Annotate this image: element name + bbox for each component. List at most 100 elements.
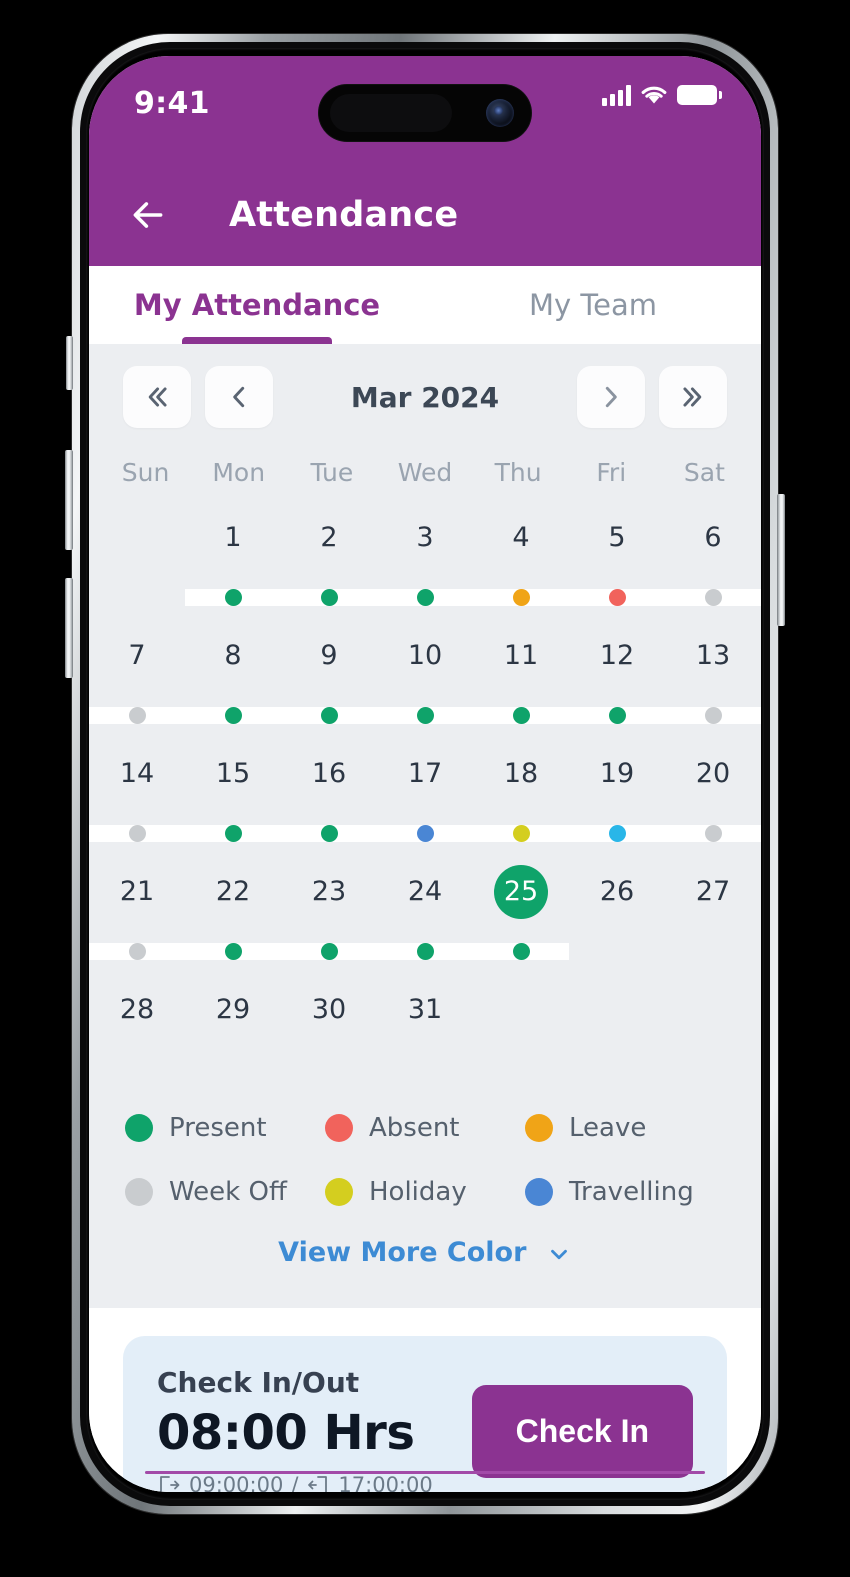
check-out-time: 17:00:00 (338, 1473, 433, 1492)
signal-bars-icon (602, 84, 631, 106)
app-bar: Attendance (89, 164, 761, 266)
calendar-day-7[interactable]: 7 (89, 629, 185, 683)
calendar-status-row (89, 579, 761, 615)
volume-up-button[interactable] (65, 450, 73, 550)
calendar-day-number (110, 511, 164, 565)
prev-month-button[interactable] (205, 366, 273, 428)
calendar-day-27[interactable]: 27 (665, 865, 761, 919)
calendar-day-2[interactable]: 2 (281, 511, 377, 565)
next-year-button[interactable] (659, 366, 727, 428)
calendar-day-8[interactable]: 8 (185, 629, 281, 683)
calendar-day-24[interactable]: 24 (377, 865, 473, 919)
calendar-day-3[interactable]: 3 (377, 511, 473, 565)
calendar-day-23[interactable]: 23 (281, 865, 377, 919)
status-dot (704, 706, 722, 724)
calendar-day-number: 7 (128, 640, 146, 671)
calendar-day-15[interactable]: 15 (185, 747, 281, 801)
calendar-day-20[interactable]: 20 (665, 747, 761, 801)
calendar-day-number: 4 (512, 522, 530, 553)
volume-down-button[interactable] (65, 578, 73, 678)
calendar-day-5[interactable]: 5 (569, 511, 665, 565)
calendar-day-22[interactable]: 22 (185, 865, 281, 919)
page-title: Attendance (229, 195, 459, 235)
calendar-status-dot-weekoff (665, 706, 761, 724)
calendar-day-number: 10 (407, 640, 443, 671)
calendar-week-row: 28 29 30 31 (89, 969, 761, 1051)
check-in-out-hours: 08:00 Hrs (157, 1405, 415, 1461)
calendar-day-number: 15 (215, 758, 251, 789)
calendar-day-number: 12 (599, 640, 635, 671)
calendar-day-number: 21 (119, 876, 155, 907)
calendar-day-number: 3 (416, 522, 434, 553)
check-in-button[interactable]: Check In (471, 1385, 693, 1478)
double-chevron-right-icon (683, 387, 702, 407)
dow-mon: Mon (212, 458, 266, 487)
calendar-status-dot-present (473, 942, 569, 960)
calendar-day-1[interactable]: 1 (185, 511, 281, 565)
calendar-day-number: 27 (695, 876, 731, 907)
calendar-week-row: 7 8 9 10 11 12 13 (89, 615, 761, 697)
calendar-day-16[interactable]: 16 (281, 747, 377, 801)
calendar-day-number (494, 983, 548, 1037)
calendar-day-31[interactable]: 31 (377, 983, 473, 1037)
dow-thu: Thu (494, 458, 542, 487)
calendar-grid: 1 2 3 4 5 6 7 8 9 10 11 12 13 14 15 16 17 18 19 20 21 22 23 24 2… (89, 497, 761, 1087)
calendar-status-dot-weekoff (89, 824, 185, 842)
calendar-day-4[interactable]: 4 (473, 511, 569, 565)
front-camera-icon (486, 99, 514, 127)
status-bar: 9:41 (89, 56, 761, 164)
power-button[interactable] (777, 494, 785, 626)
status-dot (416, 588, 434, 606)
calendar-day-25[interactable]: 25 (473, 865, 569, 919)
calendar-day-number: 2 (320, 522, 338, 553)
calendar-status-dot-present (185, 942, 281, 960)
calendar-day-11[interactable]: 11 (473, 629, 569, 683)
calendar-status-dot-present (377, 706, 473, 724)
calendar-day-number: 16 (311, 758, 347, 789)
calendar-day-12[interactable]: 12 (569, 629, 665, 683)
legend-label: Present (169, 1113, 267, 1143)
calendar-day-13[interactable]: 13 (665, 629, 761, 683)
calendar-day-number: 22 (215, 876, 251, 907)
calendar-day-10[interactable]: 10 (377, 629, 473, 683)
status-dot (608, 706, 626, 724)
phone-screen: 9:41 Attendance My Attendance My Team Ma… (89, 56, 761, 1492)
back-arrow-icon[interactable] (129, 196, 167, 234)
calendar-day-26[interactable]: 26 (569, 865, 665, 919)
calendar-status-dot-travelling-alt (569, 824, 665, 842)
calendar-day-21[interactable]: 21 (89, 865, 185, 919)
calendar-day-28[interactable]: 28 (89, 983, 185, 1037)
calendar-status-dot-absent (569, 588, 665, 606)
calendar-day-number: 18 (503, 758, 539, 789)
calendar-status-row (89, 933, 761, 969)
calendar-day-number: 23 (311, 876, 347, 907)
calendar-day-17[interactable]: 17 (377, 747, 473, 801)
view-more-color-link[interactable]: View More Color (125, 1207, 725, 1302)
calendar-day-18[interactable]: 18 (473, 747, 569, 801)
calendar-status-dot-present (281, 824, 377, 842)
prev-year-button[interactable] (123, 366, 191, 428)
battery-full-icon (677, 85, 722, 105)
calendar-day-9[interactable]: 9 (281, 629, 377, 683)
status-dot (320, 942, 338, 960)
chevron-right-icon (605, 386, 617, 408)
calendar-day-6[interactable]: 6 (665, 511, 761, 565)
legend-label: Week Off (169, 1177, 287, 1207)
dow-sat: Sat (683, 458, 725, 487)
calendar-day-30[interactable]: 30 (281, 983, 377, 1037)
sign-in-icon (308, 1476, 328, 1492)
calendar-day-number: 8 (224, 640, 242, 671)
next-month-button[interactable] (577, 366, 645, 428)
calendar-day-number: 25 (494, 865, 548, 919)
calendar-day-29[interactable]: 29 (185, 983, 281, 1037)
calendar-status-dot-holiday (473, 824, 569, 842)
tab-my-attendance[interactable]: My Attendance (89, 266, 425, 344)
silent-switch-button[interactable] (66, 336, 73, 390)
check-in-out-times: 09:00:00 / 17:00:00 (157, 1473, 433, 1492)
calendar-day-19[interactable]: 19 (569, 747, 665, 801)
legend-dot (125, 1114, 153, 1142)
calendar-day-14[interactable]: 14 (89, 747, 185, 801)
tab-my-team[interactable]: My Team (425, 266, 761, 344)
calendar-status-dot-present (281, 706, 377, 724)
status-dot (704, 588, 722, 606)
